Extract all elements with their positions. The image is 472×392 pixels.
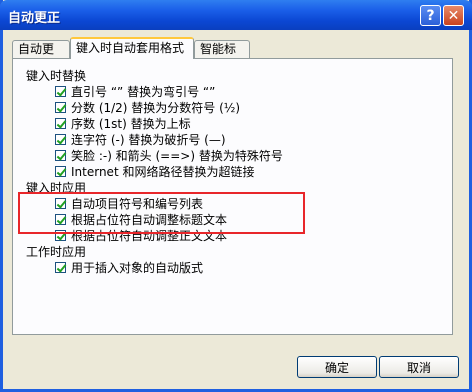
section-label-apply-as-you-work: 工作时应用: [26, 245, 87, 259]
tab-smart-tags[interactable]: 智能标记: [194, 40, 250, 72]
option-label: 直引号 “” 替换为弯引号 “”: [71, 85, 216, 99]
ok-button[interactable]: 确定: [297, 356, 377, 378]
tab-autoformat-as-you-type[interactable]: 键入时自动套用格式: [70, 37, 194, 59]
checkbox-checked[interactable]: [55, 102, 66, 113]
close-icon: ✕: [447, 7, 460, 24]
highlight-box: [18, 192, 305, 234]
option-label: 连字符 (-) 替换为破折号 (—): [71, 133, 226, 147]
checkbox-checked[interactable]: [55, 150, 66, 161]
checkbox-checked[interactable]: [55, 86, 66, 97]
help-button[interactable]: ?: [420, 5, 441, 26]
tab-panel: 键入时替换 直引号 “” 替换为弯引号 “” 分数 (1/2) 替换为分数符号 …: [12, 58, 453, 335]
checkbox-checked[interactable]: [55, 262, 66, 273]
option-label: Internet 和网络路径替换为超链接: [71, 165, 255, 179]
checkbox-checked[interactable]: [55, 118, 66, 129]
option-straight-quotes[interactable]: 直引号 “” 替换为弯引号 “”: [55, 85, 216, 99]
option-ordinals[interactable]: 序数 (1st) 替换为上标: [55, 117, 191, 131]
checkbox-checked[interactable]: [55, 134, 66, 145]
tab-autocorrect[interactable]: 自动更正: [12, 40, 70, 72]
cancel-button[interactable]: 取消: [379, 356, 459, 378]
option-label: 序数 (1st) 替换为上标: [71, 117, 191, 131]
option-fractions[interactable]: 分数 (1/2) 替换为分数符号 (½): [55, 101, 241, 115]
section-label-replace-as-you-type: 键入时替换: [26, 69, 87, 83]
checkbox-checked[interactable]: [55, 166, 66, 177]
title-bar[interactable]: 自动更正 ? ✕: [0, 0, 472, 30]
window-title: 自动更正: [8, 11, 61, 26]
option-internet-hyperlinks[interactable]: Internet 和网络路径替换为超链接: [55, 165, 255, 179]
option-label: 笑脸 :-) 和箭头 (==>) 替换为特殊符号: [71, 149, 283, 163]
option-label: 用于插入对象的自动版式: [71, 261, 204, 275]
option-label: 分数 (1/2) 替换为分数符号 (½): [71, 101, 241, 115]
help-icon: ?: [426, 7, 435, 24]
option-hyphens[interactable]: 连字符 (-) 替换为破折号 (—): [55, 133, 226, 147]
close-button[interactable]: ✕: [443, 5, 464, 26]
option-auto-layout[interactable]: 用于插入对象的自动版式: [55, 261, 204, 275]
option-smileys-arrows[interactable]: 笑脸 :-) 和箭头 (==>) 替换为特殊符号: [55, 149, 283, 163]
